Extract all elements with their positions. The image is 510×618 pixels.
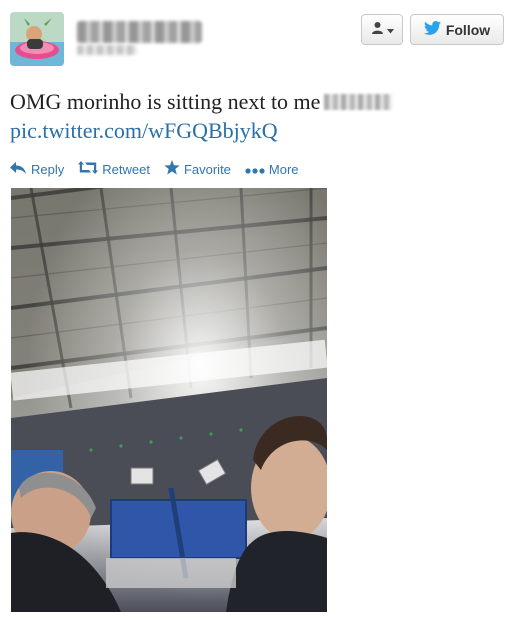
- redacted-emoji: [324, 94, 393, 110]
- tweet-actions: Reply Retweet Favorite More: [10, 160, 299, 178]
- retweet-label: Retweet: [102, 161, 150, 177]
- tweet-text: OMG morinho is sitting next to me: [10, 88, 393, 116]
- tweet-text-content: OMG morinho is sitting next to me: [10, 89, 321, 114]
- reply-label: Reply: [31, 161, 65, 177]
- star-icon: [164, 160, 180, 178]
- twitter-bird-icon: [423, 21, 441, 38]
- reply-icon: [10, 161, 27, 177]
- avatar-image: [10, 12, 64, 66]
- retweet-icon: [78, 161, 99, 177]
- redacted-username[interactable]: [77, 45, 137, 55]
- user-icon: [371, 21, 384, 39]
- redacted-display-name[interactable]: [77, 21, 202, 43]
- avatar[interactable]: [10, 12, 64, 66]
- more-dots-icon: [245, 162, 265, 177]
- user-actions-button[interactable]: [361, 14, 403, 45]
- favorite-label: Favorite: [183, 161, 231, 177]
- follow-label: Follow: [445, 21, 491, 38]
- more-action[interactable]: More: [245, 162, 299, 177]
- follow-button[interactable]: Follow: [410, 14, 504, 45]
- stadium-selfie-image: [11, 188, 327, 612]
- reply-action[interactable]: Reply: [10, 161, 65, 177]
- chevron-down-icon: [386, 21, 394, 39]
- favorite-action[interactable]: Favorite: [164, 160, 231, 178]
- tweet-photo[interactable]: [11, 188, 327, 612]
- tweet-media-link[interactable]: pic.twitter.com/wFGQBbjykQ: [10, 117, 278, 145]
- retweet-action[interactable]: Retweet: [78, 161, 150, 177]
- more-label: More: [268, 161, 299, 177]
